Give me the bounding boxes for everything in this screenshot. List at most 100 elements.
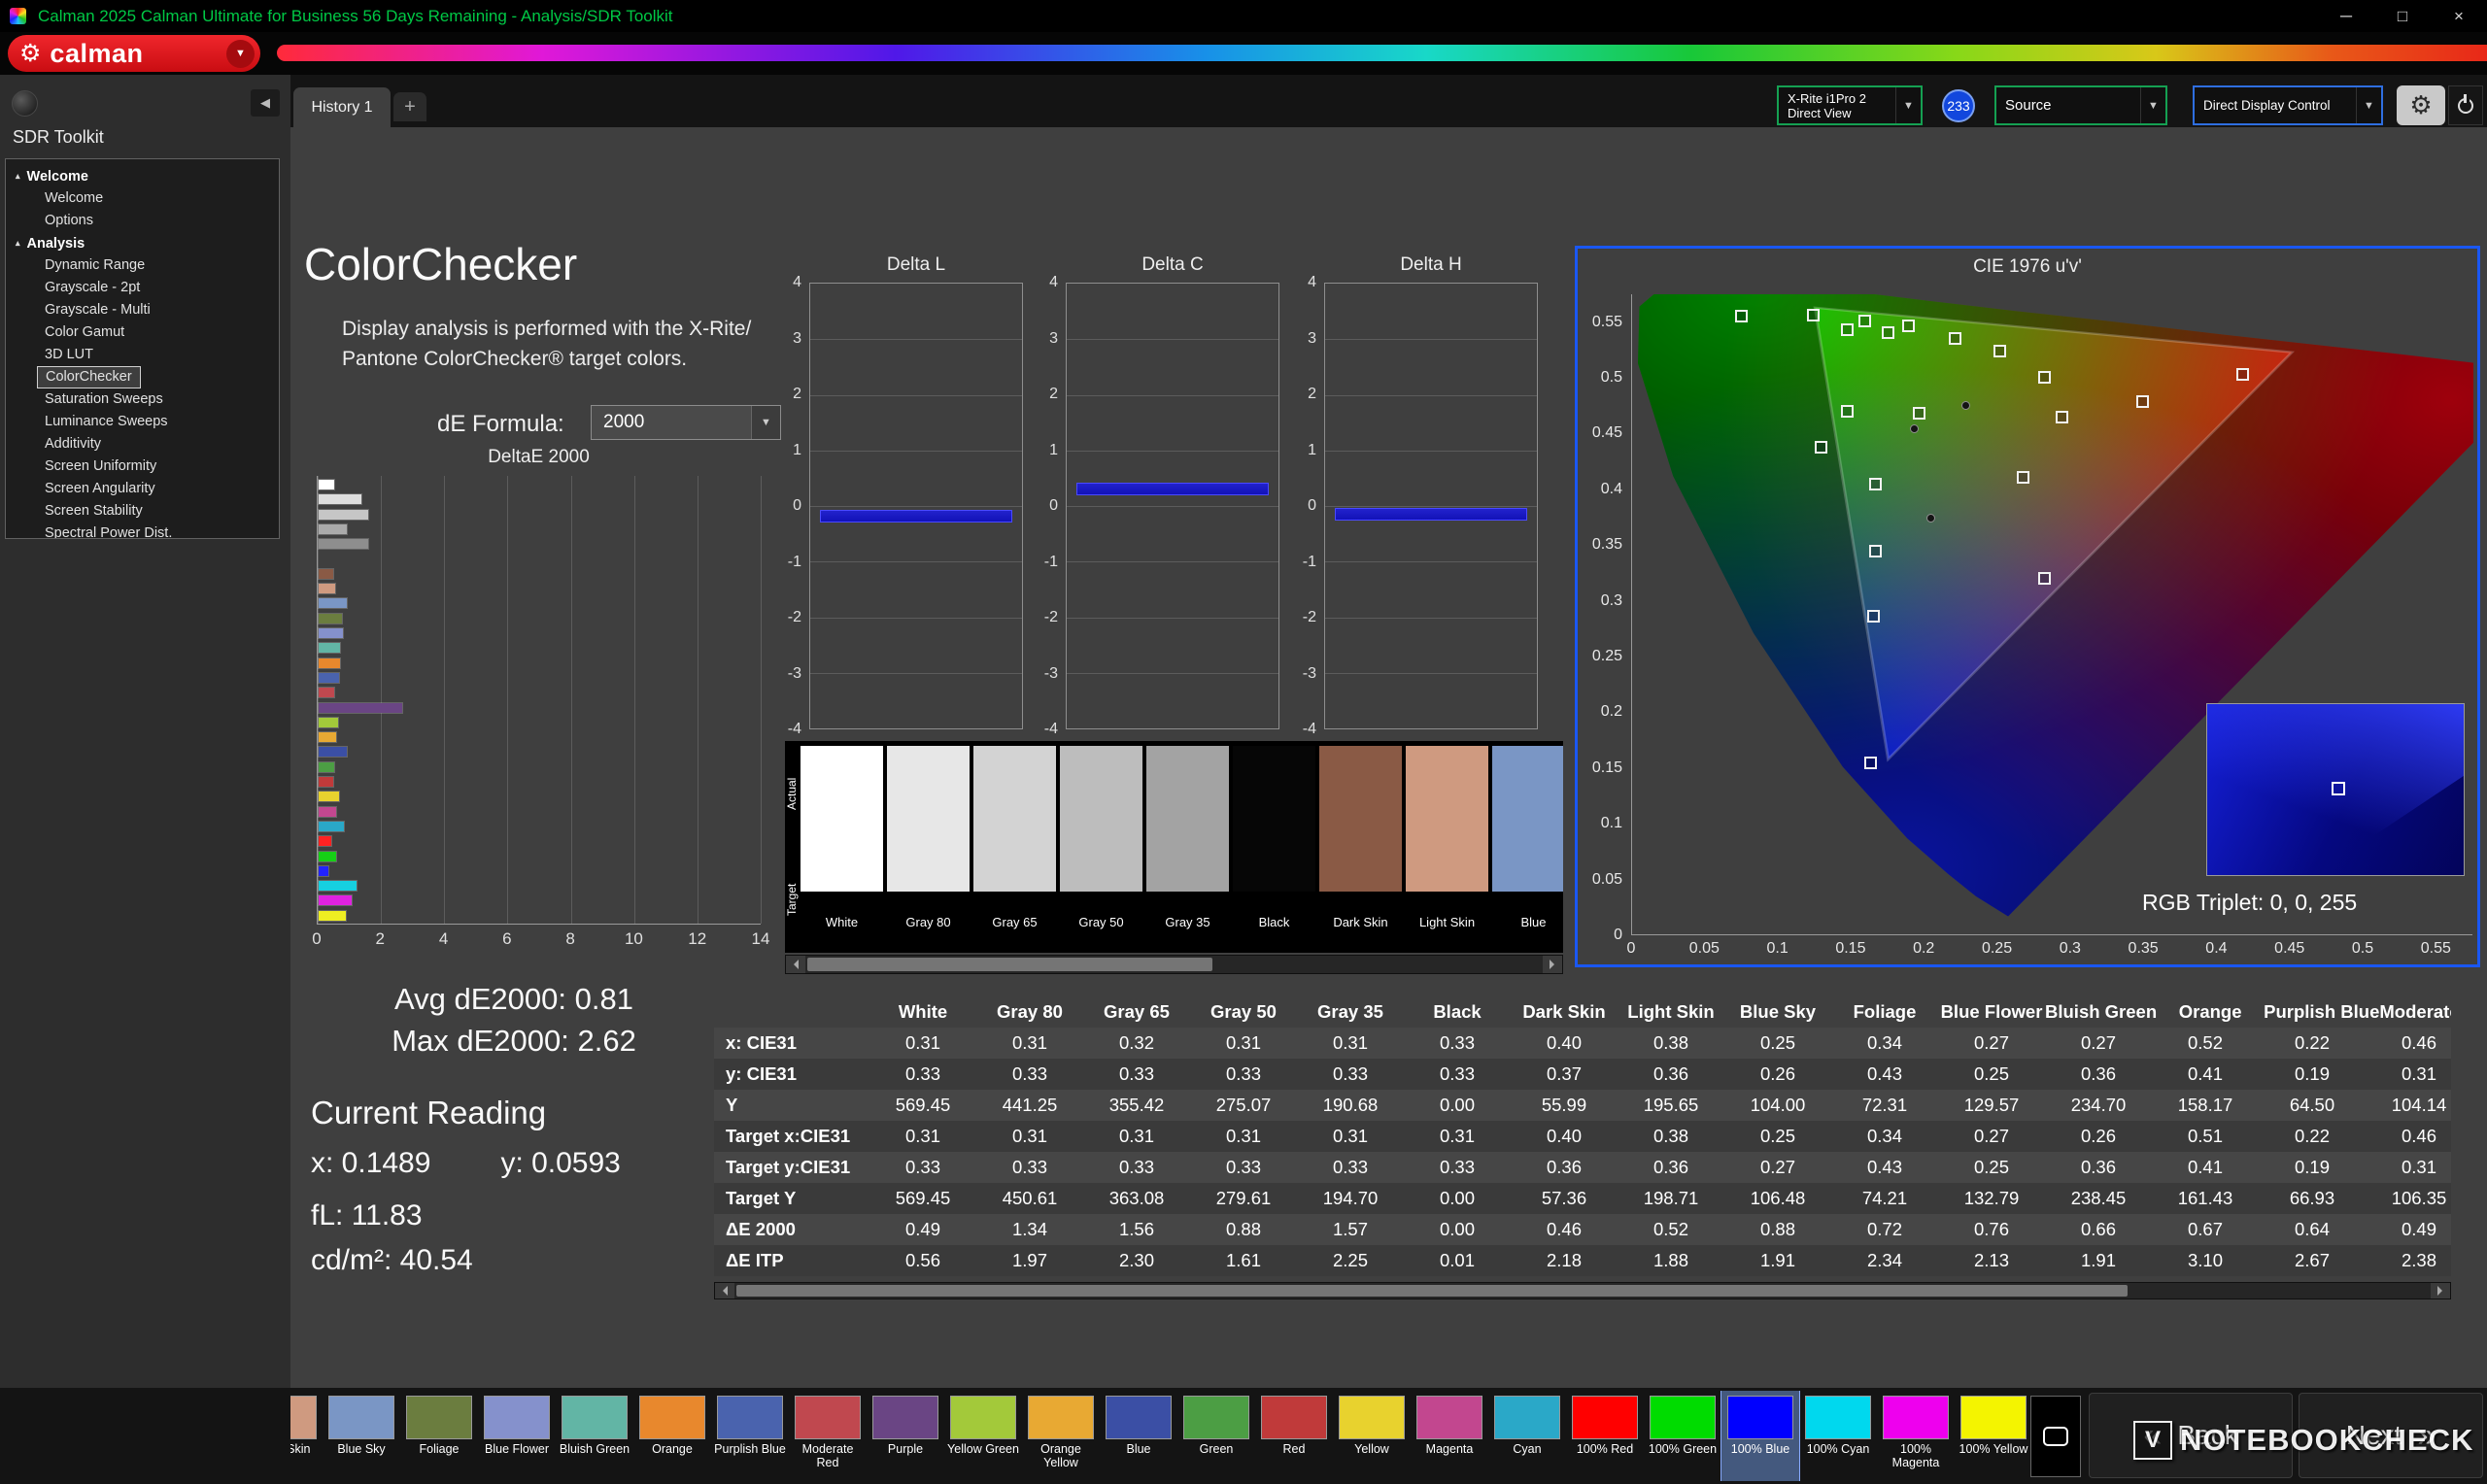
sidebar-item-saturation-sweeps[interactable]: Saturation Sweeps [6,388,279,411]
table-cell: 0.01 [1404,1250,1511,1271]
scrollbar-thumb[interactable] [736,1285,2128,1297]
pattern-orange[interactable]: Orange [633,1391,711,1481]
axis-tick-label: -4 [1044,721,1058,738]
pattern-yellow[interactable]: Yellow [1333,1391,1411,1481]
pattern-window-button[interactable] [2030,1396,2081,1477]
display-control-select[interactable]: Direct Display Control ▼ [2193,85,2383,125]
column-header-gray-35: Gray 35 [1297,1001,1404,1023]
axis-tick-label: 0.5 [1601,369,1622,387]
power-button[interactable] [2448,85,2483,125]
de-formula-select[interactable]: 2000 ▼ [591,405,781,440]
scroll-left-button[interactable] [715,1283,734,1298]
pattern-moderate-red[interactable]: Moderate Red [789,1391,867,1481]
next-button[interactable]: Next » [2299,1393,2483,1478]
minimize-button[interactable]: ─ [2318,0,2374,32]
axis-tick-label: 0.4 [1601,481,1622,498]
column-header-bluish-green: Bluish Green [2045,1001,2157,1023]
chevron-down-icon[interactable]: ▼ [1895,87,1921,123]
scrollbar-thumb[interactable] [807,958,1212,971]
swatch-scrollbar[interactable] [785,955,1563,974]
pattern-purplish-blue[interactable]: Purplish Blue [711,1391,789,1481]
sidebar-item-3d-lut[interactable]: 3D LUT [6,344,279,366]
sidebar-group-analysis[interactable]: ▴Analysis [6,232,279,254]
pattern-100-cyan[interactable]: 100% Cyan [1799,1391,1877,1481]
pattern-100-green[interactable]: 100% Green [1644,1391,1721,1481]
add-tab-button[interactable]: + [393,92,426,121]
column-header-gray-80: Gray 80 [976,1001,1083,1023]
pattern-100-red[interactable]: 100% Red [1566,1391,1644,1481]
pattern-yellow-green[interactable]: Yellow Green [944,1391,1022,1481]
brand-dropdown-icon[interactable]: ▼ [226,40,255,68]
scroll-left-icon [718,1286,728,1296]
scrollbar-track[interactable] [805,956,1543,973]
gridline [444,476,445,924]
pattern-green[interactable]: Green [1177,1391,1255,1481]
pattern-purple[interactable]: Purple [867,1391,944,1481]
sidebar-item-options[interactable]: Options [6,210,279,232]
sidebar-item-welcome[interactable]: Welcome [6,187,279,210]
sidebar-item-screen-stability[interactable]: Screen Stability [6,500,279,523]
gridline [810,561,1022,562]
sidebar-item-grayscale-multi[interactable]: Grayscale - Multi [6,299,279,321]
sidebar-item-color-gamut[interactable]: Color Gamut [6,321,279,344]
sidebar-item-screen-angularity[interactable]: Screen Angularity [6,478,279,500]
actual-label: Actual [785,741,799,847]
sidebar-item-dynamic-range[interactable]: Dynamic Range [6,254,279,277]
source-select[interactable]: Source ▼ [1994,85,2167,125]
tab-history-1[interactable]: History 1 [293,87,391,127]
axis-tick-label: 0.45 [2274,940,2304,958]
close-button[interactable]: × [2431,0,2487,32]
pattern-bluish-green[interactable]: Bluish Green [556,1391,633,1481]
pattern-cyan[interactable]: Cyan [1488,1391,1566,1481]
delta-h-bar [1335,508,1527,521]
sidebar-title: SDR Toolkit [13,127,104,148]
pattern-magenta[interactable]: Magenta [1411,1391,1488,1481]
pattern-orange-yellow[interactable]: Orange Yellow [1022,1391,1100,1481]
back-button[interactable]: « Back [2089,1393,2293,1478]
sidebar-item-colorchecker[interactable]: ColorChecker [38,367,140,388]
pattern-blue[interactable]: Blue [1100,1391,1177,1481]
sidebar-item-spectral-power-dist[interactable]: Spectral Power Dist. [6,523,279,539]
row-label: Target Y [714,1188,869,1209]
table-row-target-y: Target Y569.45450.61363.08279.61194.700.… [714,1183,2451,1214]
pattern-foliage[interactable]: Foliage [400,1391,478,1481]
sidebar-group-welcome[interactable]: ▴Welcome [6,165,279,187]
axis-tick-label: 0.45 [1592,424,1622,442]
settings-button[interactable]: ⚙ [2397,85,2445,125]
table-cell: 0.51 [2152,1126,2259,1147]
table-cell: 0.31 [976,1032,1083,1054]
patch-label: 100% Blue [1723,1442,1797,1456]
chevron-down-icon[interactable]: ▼ [2140,87,2165,123]
deltae-bar-orange-yellow [319,732,336,742]
scrollbar-track[interactable] [734,1283,2431,1298]
table-cell: 190.68 [1297,1095,1404,1116]
chevron-down-icon[interactable]: ▼ [2356,87,2381,123]
delta-l-title: Delta L [809,254,1023,276]
maximize-button[interactable]: □ [2374,0,2431,32]
pattern-light-skin[interactable]: Light Skin [290,1391,323,1481]
pattern-100-blue[interactable]: 100% Blue [1721,1391,1799,1481]
pattern-100-magenta[interactable]: 100% Magenta [1877,1391,1955,1481]
workflow-icon[interactable] [12,90,38,117]
axis-tick-label: -3 [1044,665,1058,683]
table-cell: 279.61 [1190,1188,1297,1209]
scroll-left-button[interactable] [786,956,805,973]
scroll-right-button[interactable] [2431,1283,2450,1298]
table-row-y-c-ie31: y: CIE310.330.330.330.330.330.330.370.36… [714,1059,2451,1090]
scroll-right-button[interactable] [1543,956,1562,973]
meter-select[interactable]: X-Rite i1Pro 2 Direct View ▼ [1777,85,1923,125]
pattern-red[interactable]: Red [1255,1391,1333,1481]
pattern-blue-sky[interactable]: Blue Sky [323,1391,400,1481]
table-cell: 0.49 [2366,1219,2451,1240]
sidebar-item-additivity[interactable]: Additivity [6,433,279,455]
pattern-100-yellow[interactable]: 100% Yellow [1955,1391,2032,1481]
sidebar-collapse-button[interactable]: ◀ [251,89,280,117]
table-scrollbar[interactable] [714,1282,2451,1299]
sidebar-item-grayscale-2pt[interactable]: Grayscale - 2pt [6,277,279,299]
axis-tick-label: 10 [625,929,643,949]
calman-menu-button[interactable]: ⚙ calman ▼ [8,35,260,72]
sidebar-item-luminance-sweeps[interactable]: Luminance Sweeps [6,411,279,433]
patch-label: Blue Sky [324,1442,398,1456]
pattern-blue-flower[interactable]: Blue Flower [478,1391,556,1481]
sidebar-item-screen-uniformity[interactable]: Screen Uniformity [6,455,279,478]
